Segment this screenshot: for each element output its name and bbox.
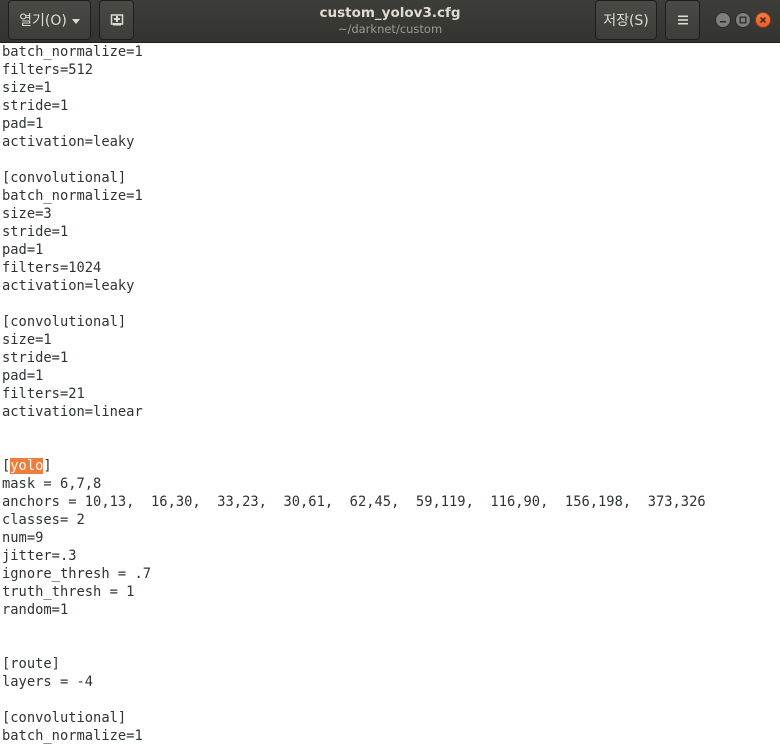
new-document-icon	[110, 14, 123, 26]
code-line[interactable]: stride=1	[2, 349, 68, 367]
code-line[interactable]: stride=1	[2, 97, 68, 115]
code-line[interactable]: pad=1	[2, 367, 43, 385]
code-line[interactable]: stride=1	[2, 223, 68, 241]
new-document-button[interactable]	[99, 0, 134, 40]
code-line[interactable]: random=1	[2, 601, 68, 619]
code-line[interactable]: num=9	[2, 529, 43, 547]
maximize-icon	[739, 16, 747, 24]
save-button-label: 저장(S)	[603, 13, 649, 29]
text-editor-window: 열기(O) custom_yolov3.cfg ~/darknet/custom…	[0, 0, 780, 744]
code-line[interactable]: [convolutional]	[2, 169, 126, 187]
code-line[interactable]: truth_thresh = 1	[2, 583, 134, 601]
code-line[interactable]: jitter=.3	[2, 547, 77, 565]
code-line[interactable]: activation=linear	[2, 403, 143, 421]
code-line[interactable]: activation=leaky	[2, 277, 134, 295]
minimize-button[interactable]	[715, 12, 731, 28]
code-line[interactable]: [route]	[2, 655, 60, 673]
menu-button[interactable]	[665, 0, 700, 40]
code-line[interactable]: [yolo]	[2, 457, 52, 475]
text-editor-area[interactable]: batch_normalize=1 filters=512 size=1 stride…	[0, 43, 780, 744]
code-line[interactable]: batch_normalize=1	[2, 43, 143, 61]
save-button[interactable]: 저장(S)	[595, 0, 657, 40]
header-bar: 열기(O) custom_yolov3.cfg ~/darknet/custom…	[0, 0, 780, 43]
code-line[interactable]: size=1	[2, 331, 52, 349]
open-button[interactable]: 열기(O)	[8, 0, 91, 40]
code-line[interactable]: batch_normalize=1	[2, 727, 143, 744]
code-line[interactable]: classes= 2	[2, 511, 85, 529]
code-line[interactable]: pad=1	[2, 115, 43, 133]
open-button-label: 열기(O)	[19, 13, 67, 29]
hamburger-menu-icon	[677, 15, 688, 25]
code-line[interactable]: [convolutional]	[2, 709, 126, 727]
code-line[interactable]: mask = 6,7,8	[2, 475, 101, 493]
window-title-area: custom_yolov3.cfg ~/darknet/custom	[230, 4, 550, 36]
search-match-highlight: yolo	[10, 458, 44, 474]
chevron-down-icon	[71, 18, 80, 24]
close-button[interactable]	[755, 12, 771, 28]
code-line[interactable]: size=1	[2, 79, 52, 97]
code-line[interactable]: layers = -4	[2, 673, 93, 691]
close-icon	[760, 17, 766, 23]
minimize-icon	[720, 21, 726, 23]
code-line[interactable]: activation=leaky	[2, 133, 134, 151]
code-line[interactable]: anchors = 10,13, 16,30, 33,23, 30,61, 62…	[2, 493, 706, 511]
code-line[interactable]: filters=21	[2, 385, 85, 403]
window-title: custom_yolov3.cfg	[319, 5, 461, 21]
code-line[interactable]: pad=1	[2, 241, 43, 259]
code-line[interactable]: ignore_thresh = .7	[2, 565, 151, 583]
code-line[interactable]: filters=512	[2, 61, 93, 79]
window-subtitle-path: ~/darknet/custom	[337, 22, 443, 36]
code-line[interactable]: size=3	[2, 205, 52, 223]
maximize-button[interactable]	[735, 12, 751, 28]
code-line[interactable]: batch_normalize=1	[2, 187, 143, 205]
code-line[interactable]: [convolutional]	[2, 313, 126, 331]
code-line[interactable]: filters=1024	[2, 259, 101, 277]
